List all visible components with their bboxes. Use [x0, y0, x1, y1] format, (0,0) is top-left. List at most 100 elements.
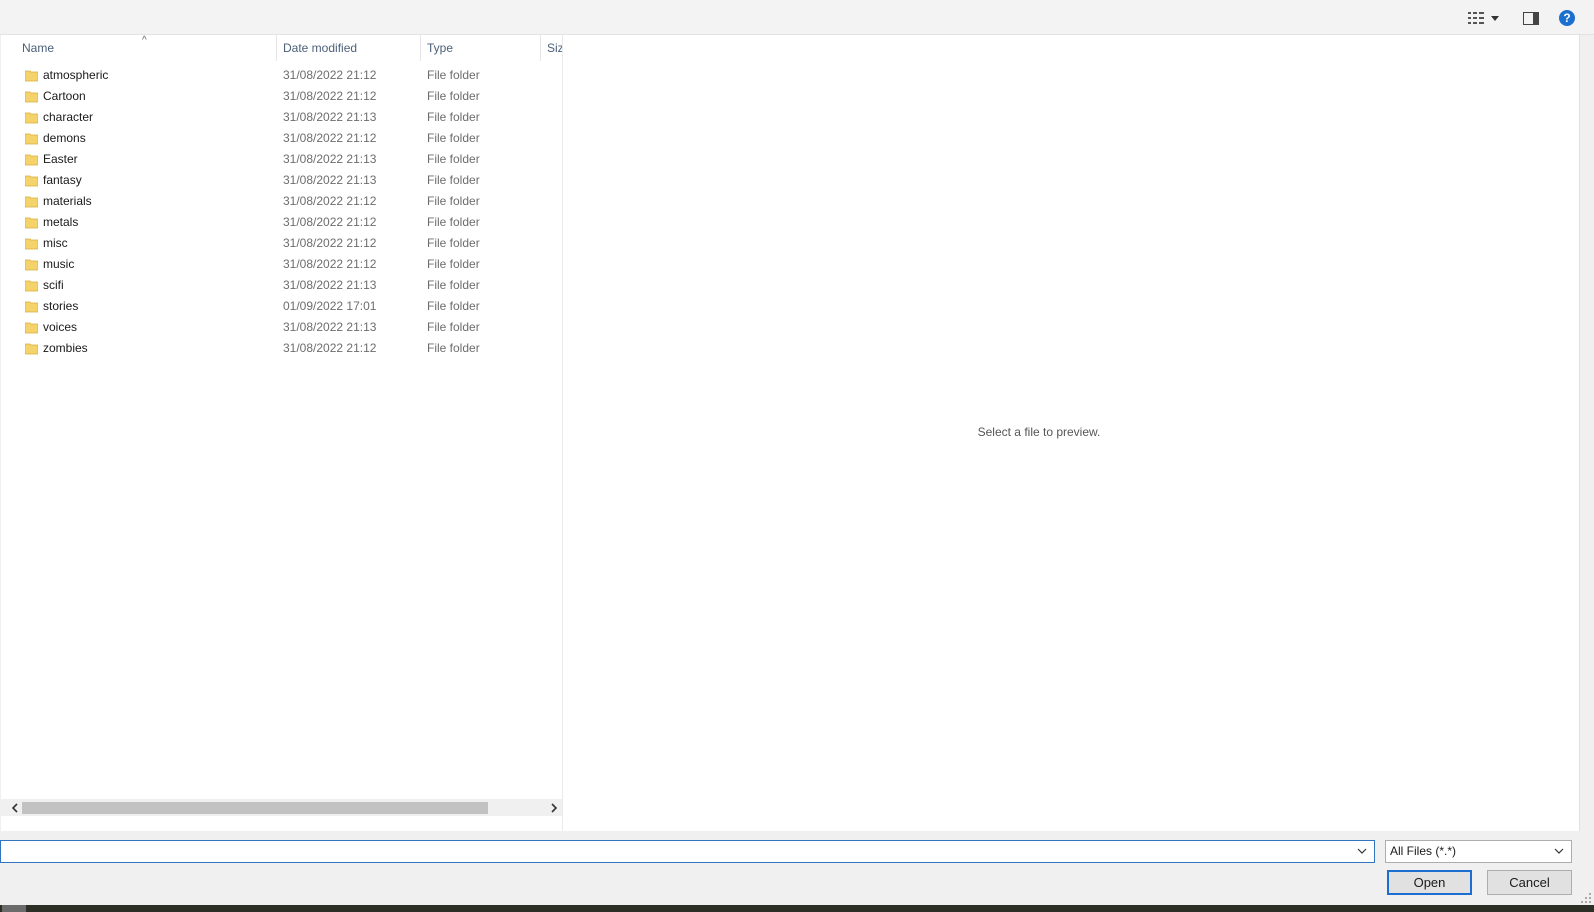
item-date: 31/08/2022 21:12 [283, 341, 377, 355]
taskbar-edge [2, 905, 26, 912]
folder-icon [25, 90, 38, 103]
item-date: 31/08/2022 21:13 [283, 320, 377, 334]
file-type-value: All Files (*.*) [1390, 844, 1457, 858]
list-item[interactable]: scifi 31/08/2022 21:13 File folder [1, 275, 562, 296]
list-item[interactable]: fantasy 31/08/2022 21:13 File folder [1, 170, 562, 191]
list-item[interactable]: misc 31/08/2022 21:12 File folder [1, 233, 562, 254]
open-button[interactable]: Open [1387, 870, 1472, 895]
file-rows: atmospheric 31/08/2022 21:12 File folder… [1, 65, 562, 359]
list-item[interactable]: stories 01/09/2022 17:01 File folder [1, 296, 562, 317]
item-name: zombies [43, 341, 88, 355]
folder-icon [25, 321, 38, 334]
item-type: File folder [427, 341, 480, 355]
item-name: misc [43, 236, 68, 250]
list-item[interactable]: demons 31/08/2022 21:12 File folder [1, 128, 562, 149]
column-date-modified[interactable]: Date modified [277, 35, 421, 61]
scroll-left-button[interactable] [6, 799, 23, 816]
chevron-left-icon [11, 802, 18, 813]
list-item[interactable]: voices 31/08/2022 21:13 File folder [1, 317, 562, 338]
list-item[interactable]: metals 31/08/2022 21:12 File folder [1, 212, 562, 233]
folder-icon [25, 174, 38, 187]
folder-icon [25, 237, 38, 250]
resize-grip-icon[interactable] [1581, 893, 1591, 903]
item-date: 31/08/2022 21:12 [283, 257, 377, 271]
item-date: 31/08/2022 21:12 [283, 194, 377, 208]
preview-pane-button[interactable] [1520, 7, 1542, 29]
scroll-right-button[interactable] [546, 799, 562, 816]
item-date: 31/08/2022 21:12 [283, 68, 377, 82]
folder-icon [25, 132, 38, 145]
item-date: 31/08/2022 21:13 [283, 173, 377, 187]
item-type: File folder [427, 299, 480, 313]
list-item[interactable]: character 31/08/2022 21:13 File folder [1, 107, 562, 128]
column-size[interactable]: Siz [541, 35, 562, 61]
item-type: File folder [427, 152, 480, 166]
item-date: 31/08/2022 21:12 [283, 89, 377, 103]
item-date: 31/08/2022 21:13 [283, 152, 377, 166]
file-type-select[interactable]: All Files (*.*) [1385, 840, 1572, 863]
item-type: File folder [427, 257, 480, 271]
chevron-down-icon [1554, 848, 1564, 854]
item-type: File folder [427, 194, 480, 208]
item-date: 31/08/2022 21:12 [283, 215, 377, 229]
preview-message: Select a file to preview. [977, 425, 1101, 439]
column-type[interactable]: Type [421, 35, 541, 61]
sort-ascending-icon: ^ [142, 35, 147, 46]
folder-icon [25, 279, 38, 292]
item-name: fantasy [43, 173, 82, 187]
file-list: Name ^ Date modified Type Siz atmospheri… [1, 35, 562, 831]
preview-pane-icon [1523, 11, 1539, 25]
folder-icon [25, 195, 38, 208]
item-date: 31/08/2022 21:13 [283, 110, 377, 124]
item-type: File folder [427, 131, 480, 145]
scroll-thumb[interactable] [22, 802, 488, 814]
dialog-edge [1579, 35, 1594, 831]
preview-pane: Select a file to preview. [563, 35, 1594, 831]
column-header: Name ^ Date modified Type Siz [1, 35, 562, 61]
cancel-button[interactable]: Cancel [1487, 870, 1572, 895]
file-name-combobox[interactable] [0, 840, 1375, 863]
folder-icon [25, 342, 38, 355]
item-type: File folder [427, 278, 480, 292]
file-type-dropdown-button[interactable] [1553, 844, 1565, 858]
item-type: File folder [427, 110, 480, 124]
item-name: scifi [43, 278, 64, 292]
horizontal-scrollbar[interactable] [1, 799, 562, 816]
item-name: voices [43, 320, 78, 334]
change-view-button[interactable] [1462, 7, 1504, 29]
folder-icon [25, 153, 38, 166]
list-item[interactable]: zombies 31/08/2022 21:12 File folder [1, 338, 562, 359]
file-name-dropdown-button[interactable] [1356, 844, 1368, 858]
help-button[interactable]: ? [1556, 7, 1578, 29]
item-name: Easter [43, 152, 78, 166]
folder-icon [25, 111, 38, 124]
desktop-background [0, 905, 1594, 912]
item-name: demons [43, 131, 86, 145]
list-item[interactable]: music 31/08/2022 21:12 File folder [1, 254, 562, 275]
list-item[interactable]: materials 31/08/2022 21:12 File folder [1, 191, 562, 212]
item-date: 31/08/2022 21:13 [283, 278, 377, 292]
item-date: 31/08/2022 21:12 [283, 236, 377, 250]
chevron-down-icon [1490, 15, 1499, 21]
help-icon: ? [1559, 10, 1575, 26]
list-item[interactable]: atmospheric 31/08/2022 21:12 File folder [1, 65, 562, 86]
item-type: File folder [427, 320, 480, 334]
file-name-input[interactable] [5, 841, 1345, 862]
list-item[interactable]: Easter 31/08/2022 21:13 File folder [1, 149, 562, 170]
column-name[interactable]: Name [1, 35, 277, 61]
chevron-right-icon [551, 802, 558, 813]
folder-icon [25, 69, 38, 82]
item-type: File folder [427, 89, 480, 103]
item-date: 01/09/2022 17:01 [283, 299, 377, 313]
item-name: materials [43, 194, 92, 208]
list-item[interactable]: Cartoon 31/08/2022 21:12 File folder [1, 86, 562, 107]
folder-icon [25, 300, 38, 313]
details-view-icon [1467, 12, 1484, 24]
item-name: character [43, 110, 94, 124]
item-date: 31/08/2022 21:12 [283, 131, 377, 145]
item-name: atmospheric [43, 68, 109, 82]
chevron-down-icon [1357, 848, 1367, 854]
item-name: metals [43, 215, 79, 229]
folder-icon [25, 216, 38, 229]
file-open-dialog: ? Name ^ Date modified Type Siz atmosphe… [0, 0, 1594, 905]
